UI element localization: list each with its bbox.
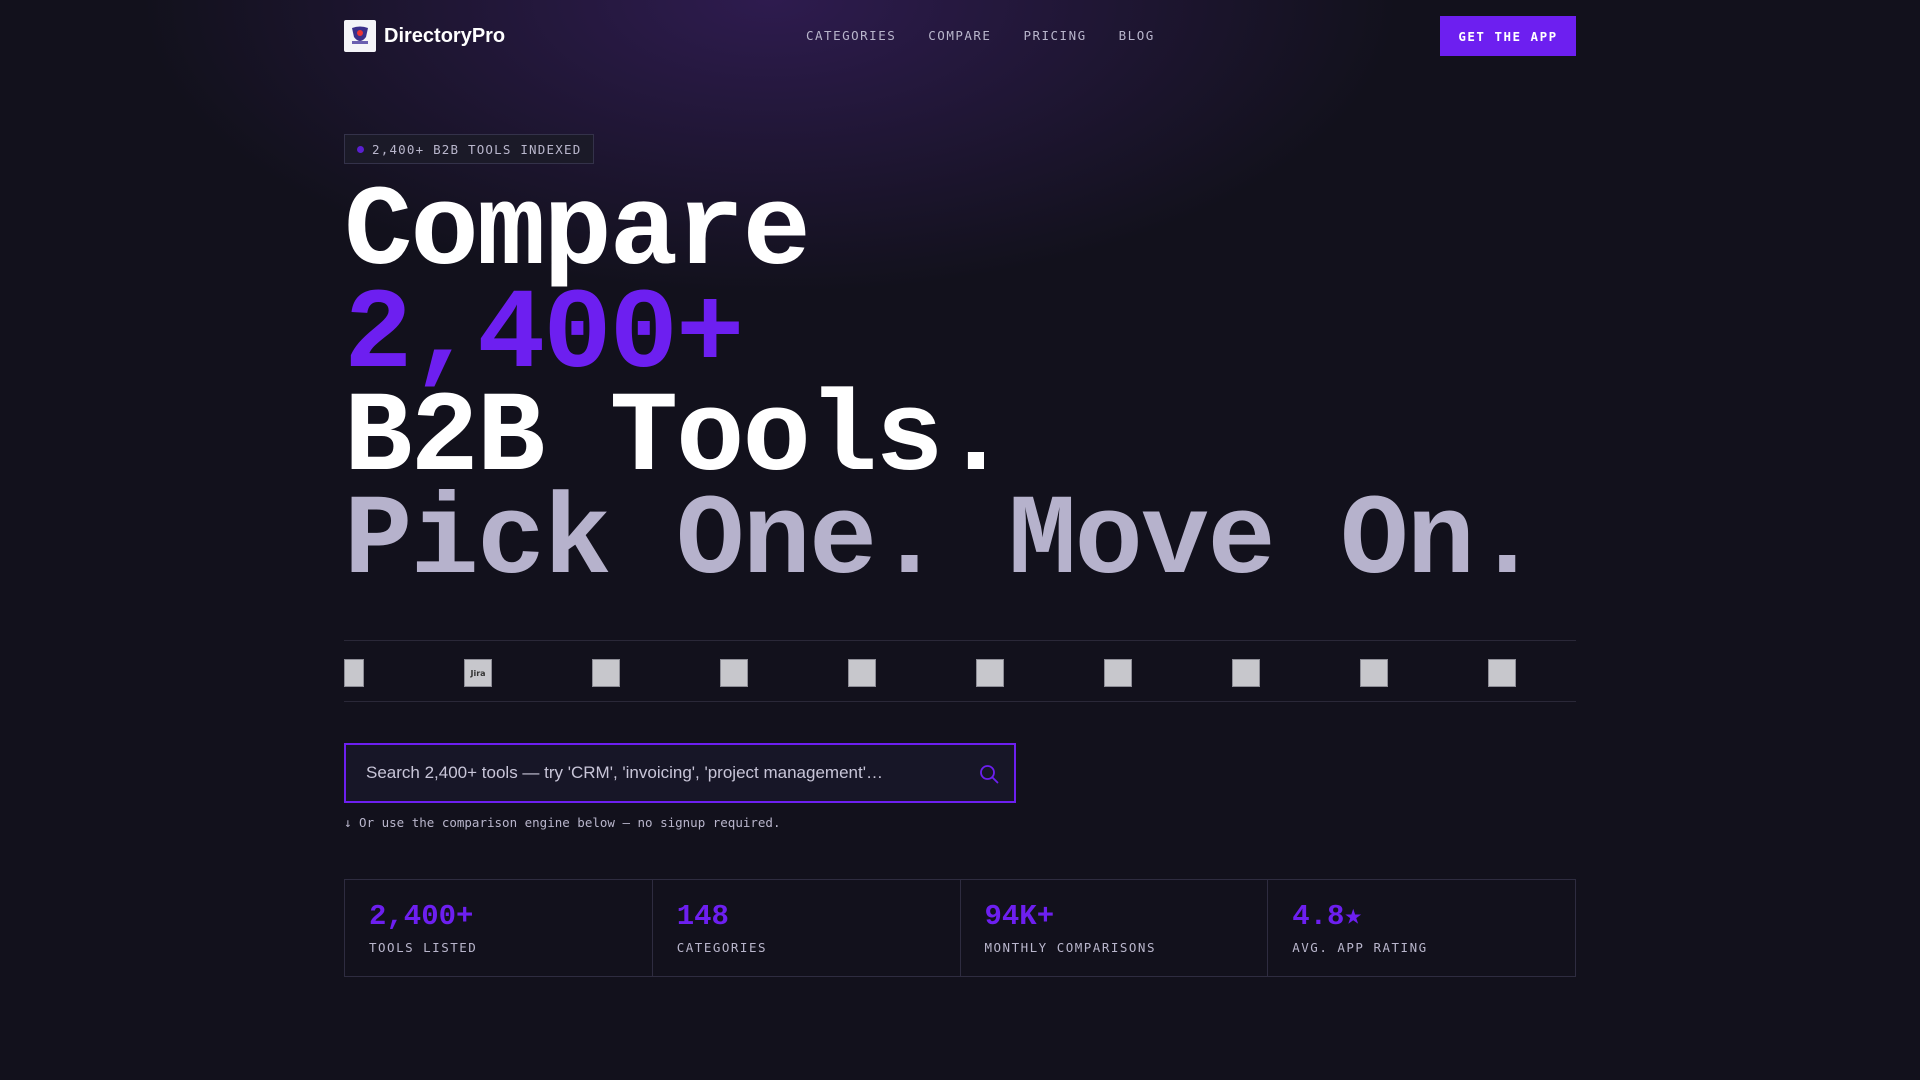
stat-tools-listed: 2,400+ TOOLS LISTED — [345, 880, 653, 976]
stat-label: MONTHLY COMPARISONS — [984, 940, 1156, 955]
partner-logo-icon — [720, 659, 748, 687]
stat-label: TOOLS LISTED — [369, 940, 478, 955]
stat-value: 94K+ — [984, 900, 1055, 933]
stat-label: CATEGORIES — [676, 940, 768, 955]
partner-logo-icon — [848, 659, 876, 687]
partner-logo-icon — [976, 659, 1004, 687]
get-the-app-button[interactable]: GET THE APP — [1440, 16, 1576, 56]
stats-bar: 2,400+ TOOLS LISTED 148 CATEGORIES 94K+ … — [344, 879, 1576, 977]
stat-categories: 148 CATEGORIES — [653, 880, 961, 976]
partner-logo-icon — [1360, 659, 1388, 687]
partner-logo-icon — [592, 659, 620, 687]
brand-name: DirectoryPro — [384, 24, 506, 47]
partner-logo-icon — [1488, 659, 1516, 687]
headline-line-3: B2B Tools. — [344, 375, 1010, 504]
search-input[interactable] — [346, 745, 1014, 801]
headline-line-1: Compare — [344, 169, 811, 298]
partner-logo-icon — [1104, 659, 1132, 687]
headline-line-2: 2,400+ — [344, 272, 744, 401]
site-header: DirectoryPro CATEGORIES COMPARE PRICING … — [344, 16, 1576, 56]
stat-value: 148 — [676, 900, 729, 933]
stat-label: AVG. APP RATING — [1292, 940, 1428, 955]
partner-logo-icon — [1232, 659, 1260, 687]
brand-logo[interactable]: DirectoryPro — [344, 20, 505, 52]
brand-logo-icon — [344, 20, 376, 52]
main-nav: CATEGORIES COMPARE PRICING BLOG — [806, 28, 1187, 43]
partner-logo-icon — [344, 659, 364, 687]
tool-search — [344, 743, 1016, 803]
tools-indexed-badge: 2,400+ B2B TOOLS INDEXED — [344, 134, 595, 164]
stat-app-rating: 4.8★ AVG. APP RATING — [1268, 880, 1575, 976]
stat-monthly-comparisons: 94K+ MONTHLY COMPARISONS — [961, 880, 1269, 976]
nav-blog[interactable]: BLOG — [1119, 28, 1155, 43]
headline-line-4: Pick One. Move On. — [344, 478, 1541, 607]
partner-logo-strip: Jira — [344, 640, 1576, 702]
stat-value: 2,400+ — [369, 900, 474, 933]
search-icon[interactable] — [978, 763, 1000, 785]
search-hint: ↓ Or use the comparison engine below — n… — [344, 815, 781, 830]
hero-headline: Compare 2,400+ B2B Tools. Pick One. Move… — [344, 169, 1541, 607]
jira-logo-icon: Jira — [464, 659, 492, 687]
badge-dot-icon — [357, 145, 364, 153]
badge-text: 2,400+ B2B TOOLS INDEXED — [372, 141, 582, 157]
nav-compare[interactable]: COMPARE — [928, 28, 991, 43]
stat-value: 4.8★ — [1292, 900, 1362, 933]
nav-pricing[interactable]: PRICING — [1023, 28, 1086, 43]
nav-categories[interactable]: CATEGORIES — [806, 28, 896, 43]
